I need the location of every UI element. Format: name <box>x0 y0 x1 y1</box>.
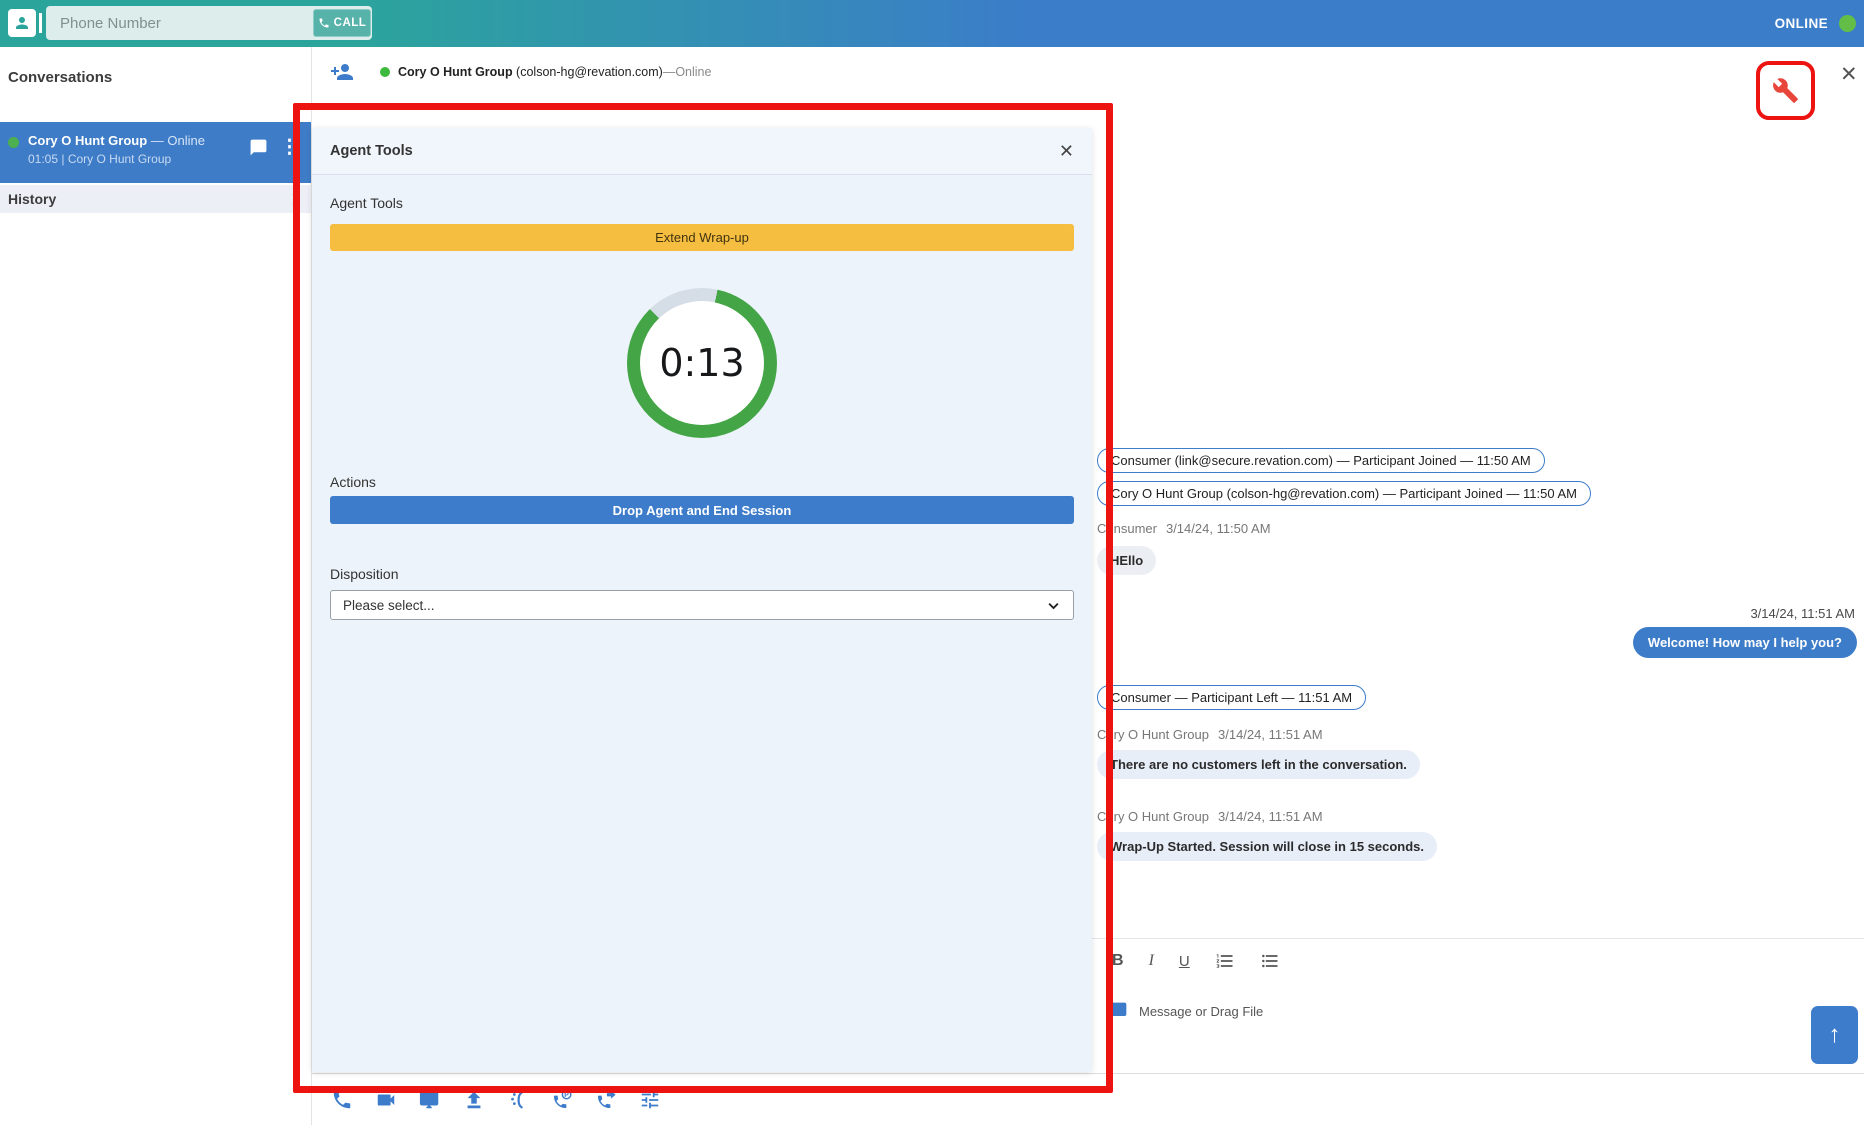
online-label: ONLINE <box>1775 16 1828 31</box>
screen-share-icon[interactable] <box>418 1088 442 1112</box>
conversation-online-dot <box>8 137 19 148</box>
conversations-sidebar: Conversations Cory O Hunt Group — Online… <box>0 47 312 1125</box>
outgoing-message-bubble: Welcome! How may I help you? <box>1633 627 1857 658</box>
top-bar: CALL ONLINE <box>0 0 1864 47</box>
phone-icon <box>318 17 330 29</box>
chevron-down-icon <box>1046 598 1061 613</box>
conversations-heading: Conversations <box>8 69 311 86</box>
system-message-bubble: Wrap-Up Started. Session will close in 1… <box>1097 832 1437 861</box>
chat-presence-dot <box>380 67 390 77</box>
bulleted-list-icon[interactable] <box>1260 951 1280 971</box>
wrapup-countdown-ring: 0:13 <box>627 288 777 438</box>
bold-icon[interactable]: B <box>1112 952 1124 970</box>
agent-tools-title: Agent Tools <box>330 143 413 159</box>
message-input-placeholder: Message or Drag File <box>1139 1004 1263 1019</box>
message-list: Consumer (link@secure.revation.com) — Pa… <box>1097 448 1857 861</box>
person-add-icon[interactable] <box>330 60 354 84</box>
contact-button[interactable] <box>8 9 36 37</box>
history-label: History <box>8 191 56 207</box>
disposition-select[interactable]: Please select... <box>330 590 1074 620</box>
chat-title-email: (colson-hg@revation.com) <box>513 65 663 79</box>
conversation-item-cory-o-hunt-group[interactable]: Cory O Hunt Group — Online 01:05 | Cory … <box>0 122 311 183</box>
message-input[interactable]: Message or Drag File <box>1108 1001 1263 1021</box>
message-sender: Consumer <box>1097 521 1157 536</box>
wrapup-countdown-value: 0:13 <box>659 341 744 385</box>
person-icon <box>13 14 31 32</box>
video-call-icon[interactable] <box>374 1088 398 1112</box>
call-park-icon[interactable]: P <box>550 1088 574 1112</box>
chat-title-status: —Online <box>663 65 712 79</box>
conversation-name: Cory O Hunt Group <box>28 133 147 148</box>
send-arrow-icon: ↑ <box>1829 1021 1841 1049</box>
svg-text:P: P <box>564 1091 569 1098</box>
extend-wrapup-button[interactable]: Extend Wrap-up <box>330 224 1074 251</box>
italic-icon[interactable]: I <box>1149 952 1154 970</box>
settings-sliders-icon[interactable] <box>638 1088 662 1112</box>
message-meta: Consumer 3/14/24, 11:50 AM <box>1097 521 1271 536</box>
send-button[interactable]: ↑ <box>1811 1006 1858 1064</box>
caret-divider <box>39 13 42 33</box>
message-time: 3/14/24, 11:51 AM <box>1218 727 1323 742</box>
sparkle-call-icon[interactable] <box>506 1088 530 1112</box>
participant-event-pill: Consumer (link@secure.revation.com) — Pa… <box>1097 448 1545 473</box>
call-transfer-icon[interactable] <box>594 1088 618 1112</box>
message-sender: Cory O Hunt Group <box>1097 727 1209 742</box>
call-button[interactable]: CALL <box>313 9 371 37</box>
history-section[interactable]: History <box>0 185 311 213</box>
agent-tools-section-label: Agent Tools <box>330 195 1074 211</box>
message-bubble-icon <box>1108 1001 1128 1021</box>
message-meta: Cory O Hunt Group 3/14/24, 11:51 AM <box>1097 809 1323 824</box>
participant-event-pill: Cory O Hunt Group (colson-hg@revation.co… <box>1097 481 1591 506</box>
format-toolbar: B I U <box>1112 951 1280 971</box>
conversation-status: — Online <box>147 133 205 148</box>
drop-agent-end-session-button[interactable]: Drop Agent and End Session <box>330 496 1074 524</box>
chevron-right-icon <box>287 191 303 207</box>
close-chat-icon[interactable]: ✕ <box>1840 62 1858 87</box>
presence-status[interactable]: ONLINE <box>1775 0 1856 47</box>
underline-icon[interactable]: U <box>1179 953 1190 970</box>
incoming-message-bubble: HEllo <box>1097 546 1156 575</box>
chat-title: Cory O Hunt Group (colson-hg@revation.co… <box>398 65 711 79</box>
message-meta: Cory O Hunt Group 3/14/24, 11:51 AM <box>1097 727 1323 742</box>
system-message-bubble: There are no customers left in the conve… <box>1097 750 1420 779</box>
chat-title-name: Cory O Hunt Group <box>398 65 513 79</box>
message-sender: Cory O Hunt Group <box>1097 809 1209 824</box>
online-status-dot <box>1839 15 1856 32</box>
disposition-label: Disposition <box>330 566 1074 582</box>
voice-call-icon[interactable] <box>330 1088 354 1112</box>
agent-tools-body: Agent Tools Extend Wrap-up 0:13 Actions … <box>312 195 1092 620</box>
agent-console-app: CALL ONLINE Conversations Cory O Hunt Gr… <box>0 0 1864 1125</box>
chat-header: Cory O Hunt Group (colson-hg@revation.co… <box>312 47 1864 97</box>
message-time: 3/14/24, 11:51 AM <box>1218 809 1323 824</box>
outgoing-timestamp: 3/14/24, 11:51 AM <box>1750 606 1855 621</box>
actions-label: Actions <box>330 474 1074 490</box>
disposition-selected-value: Please select... <box>343 598 435 613</box>
close-modal-icon[interactable]: ✕ <box>1059 141 1074 162</box>
message-time: 3/14/24, 11:50 AM <box>1166 521 1271 536</box>
agent-tools-modal-header: Agent Tools ✕ <box>312 128 1092 175</box>
chat-bubble-icon[interactable] <box>249 138 268 157</box>
file-upload-icon[interactable] <box>462 1088 486 1112</box>
agent-tools-wrench-icon[interactable] <box>1772 77 1799 104</box>
agent-tools-modal: Agent Tools ✕ Agent Tools Extend Wrap-up… <box>312 128 1092 1072</box>
more-options-icon[interactable]: ⋮ <box>280 138 299 157</box>
call-button-label: CALL <box>334 17 367 29</box>
call-controls-toolbar: P <box>312 1073 1864 1125</box>
participant-event-pill: Consumer — Participant Left — 11:51 AM <box>1097 685 1366 710</box>
ordered-list-icon[interactable] <box>1215 951 1235 971</box>
